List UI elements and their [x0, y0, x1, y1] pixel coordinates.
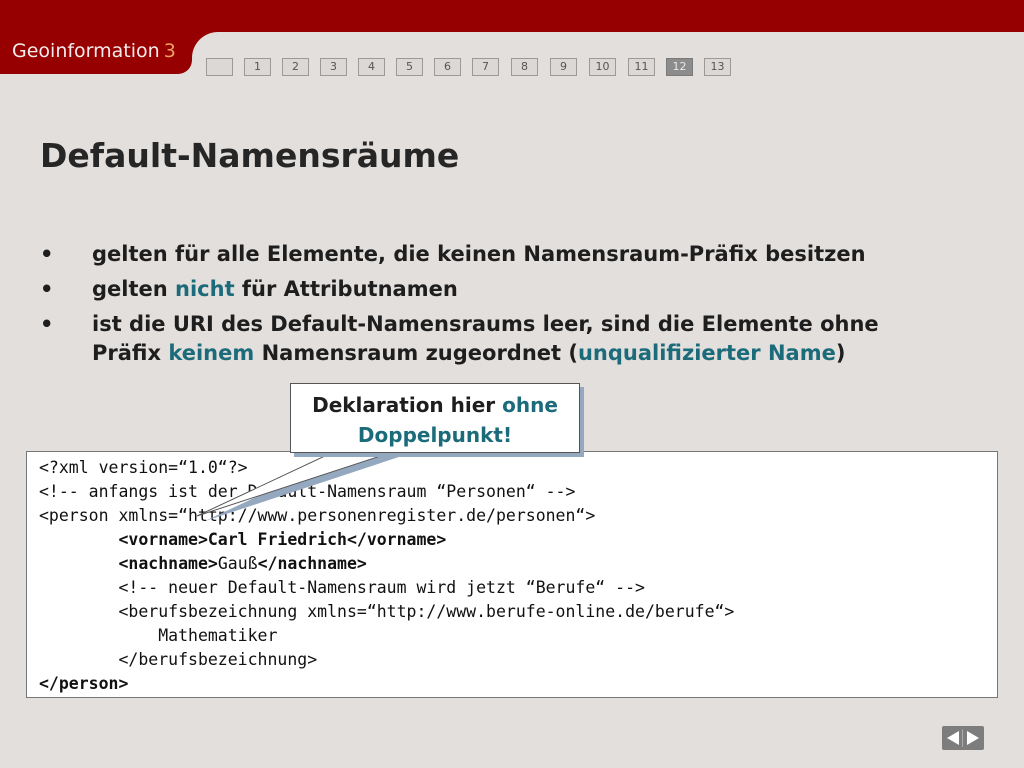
next-slide-arrow-icon[interactable]: [967, 731, 979, 745]
callout-line-1: Deklaration hier ohne: [291, 390, 579, 420]
callout-pointer-shadow: [205, 452, 414, 521]
callout-note: Deklaration hier ohne Doppelpunkt!: [290, 383, 580, 453]
slide-nav-buttons: [942, 726, 984, 750]
callout-highlight: ohne: [502, 393, 558, 417]
prev-slide-arrow-icon[interactable]: [947, 731, 959, 745]
nav-divider: [962, 729, 963, 747]
callout-text: Deklaration hier: [312, 393, 503, 417]
callout-pointer-tail: [196, 446, 409, 517]
callout-line-2: Doppelpunkt!: [357, 423, 513, 447]
